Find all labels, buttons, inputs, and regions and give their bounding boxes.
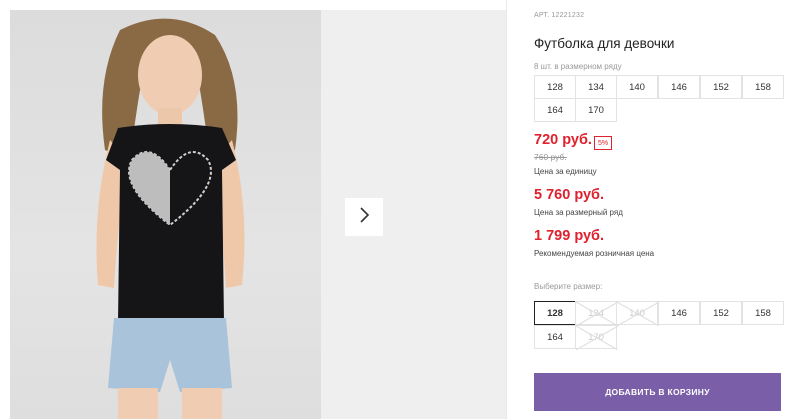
product-photo-main[interactable]	[10, 10, 321, 419]
size-range-cell: 128	[534, 75, 576, 99]
gallery-next-button[interactable]	[345, 198, 383, 236]
product-gallery	[0, 0, 506, 419]
chevron-right-icon	[358, 206, 370, 228]
size-range-cell: 170	[575, 98, 617, 122]
set-price-label: Цена за размерный ряд	[534, 208, 623, 217]
size-option[interactable]: 146	[658, 301, 700, 325]
size-range-cell: 134	[575, 75, 617, 99]
panel-divider	[506, 0, 507, 419]
size-range-cell: 140	[616, 75, 658, 99]
product-title: Футболка для девочки	[534, 36, 675, 51]
discount-badge: 5%	[594, 136, 612, 150]
set-price: 5 760 руб.	[534, 187, 605, 203]
size-select-label: Выберите размер:	[534, 282, 603, 291]
add-to-cart-button[interactable]: ДОБАВИТЬ В КОРЗИНУ	[534, 373, 781, 411]
crossed-out-icon	[576, 326, 618, 350]
size-option-unavailable: 170	[575, 325, 618, 350]
unit-price: 720 руб.	[534, 132, 592, 148]
unit-price-label: Цена за единицу	[534, 167, 597, 176]
size-option[interactable]: 158	[742, 301, 784, 325]
product-sku: АРТ. 12221232	[534, 12, 585, 19]
size-option-unavailable: 134	[575, 301, 618, 326]
size-range-cell: 158	[742, 75, 784, 99]
retail-price-label: Рекомендуемая розничная цена	[534, 249, 655, 258]
size-option[interactable]: 152	[700, 301, 742, 325]
size-option-selected[interactable]: 128	[534, 301, 576, 325]
crossed-out-icon	[576, 302, 618, 326]
size-range-hint: 8 шт. в размерном ряду	[534, 62, 622, 71]
size-option[interactable]: 164	[534, 325, 576, 349]
crossed-out-icon	[617, 302, 659, 326]
retail-price: 1 799 руб.	[534, 228, 605, 244]
old-price: 760 руб.	[534, 152, 567, 162]
size-option-unavailable: 140	[616, 301, 659, 326]
product-photo-image	[96, 18, 245, 419]
size-range-cell: 164	[534, 98, 576, 122]
size-range-cell: 146	[658, 75, 700, 99]
size-range-cell: 152	[700, 75, 742, 99]
